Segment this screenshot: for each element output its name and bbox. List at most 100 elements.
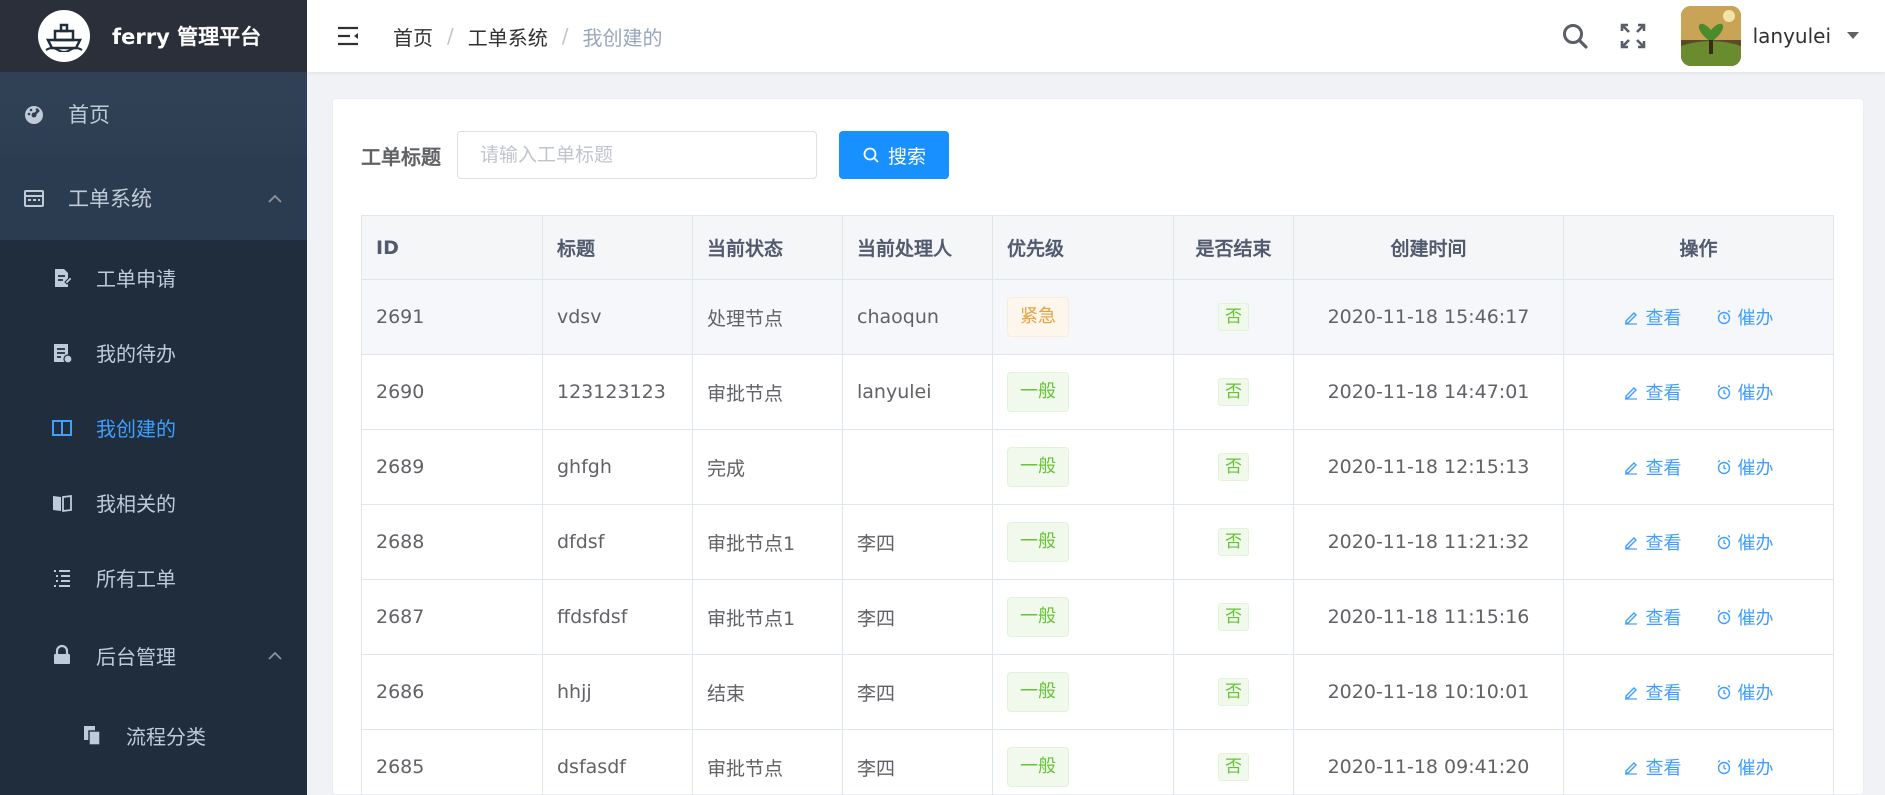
cell-actions: 查看 催办 xyxy=(1563,354,1834,430)
menu-toggle-icon[interactable] xyxy=(331,19,365,53)
main-card: 工单标题 搜索 ID 标题 当前状态 当前处理人 优先级 是否结束 创建时间 操… xyxy=(332,98,1864,795)
caret-down-icon[interactable] xyxy=(1847,28,1859,44)
breadcrumb-separator: / xyxy=(447,24,454,48)
chevron-up-icon xyxy=(267,646,307,665)
breadcrumb-current: 我创建的 xyxy=(582,25,663,50)
priority-tag: 一般 xyxy=(1007,672,1069,712)
priority-tag: 一般 xyxy=(1007,522,1069,562)
urge-label: 催办 xyxy=(1737,683,1774,704)
book-icon xyxy=(48,489,76,517)
sidebar: ferry 管理平台 首页 工单系统 工单申请 我的待办 我创建的 我相关的 所… xyxy=(0,0,307,795)
view-button[interactable]: 查看 xyxy=(1623,454,1681,480)
sidebar-item-all[interactable]: 所有工单 xyxy=(0,540,307,615)
cell-ended: 否 xyxy=(1173,354,1294,430)
table-row: 2690 123123123 审批节点 lanyulei 一般 否 2020-1… xyxy=(361,354,1834,430)
columns-icon xyxy=(48,414,76,442)
column-header-ended: 是否结束 xyxy=(1173,215,1294,280)
alarm-clock-icon xyxy=(1717,309,1730,325)
sidebar-item-apply[interactable]: 工单申请 xyxy=(0,240,307,315)
cell-created: 2020-11-18 09:41:20 xyxy=(1293,729,1564,795)
cell-status: 审批节点 xyxy=(692,729,843,795)
alarm-clock-icon xyxy=(1717,384,1730,400)
column-header-status: 当前状态 xyxy=(692,215,843,280)
cell-ended: 否 xyxy=(1173,279,1294,355)
alarm-clock-icon xyxy=(1717,759,1730,775)
urge-button[interactable]: 催办 xyxy=(1716,304,1774,330)
edit-icon xyxy=(1625,387,1638,400)
alarm-clock-icon xyxy=(1717,459,1730,475)
cell-title: dfdsf xyxy=(542,504,693,580)
cell-id: 2685 xyxy=(361,729,543,795)
cell-id: 2690 xyxy=(361,354,543,430)
view-label: 查看 xyxy=(1645,533,1682,554)
view-button[interactable]: 查看 xyxy=(1623,529,1681,555)
table-row: 2689 ghfgh 完成 一般 否 2020-11-18 12:15:13 查… xyxy=(361,429,1834,505)
search-input[interactable] xyxy=(457,131,817,179)
alarm-clock-icon xyxy=(1717,609,1730,625)
sidebar-item-admin[interactable]: 后台管理 xyxy=(0,615,307,695)
urge-button[interactable]: 催办 xyxy=(1716,529,1774,555)
sidebar-item-todo[interactable]: 我的待办 xyxy=(0,315,307,390)
lock-icon xyxy=(48,641,76,669)
column-header-id: ID xyxy=(361,215,543,280)
view-label: 查看 xyxy=(1645,308,1682,329)
cell-status: 完成 xyxy=(692,429,843,505)
cell-ended: 否 xyxy=(1173,654,1294,730)
ended-tag: 否 xyxy=(1218,453,1249,481)
cell-id: 2687 xyxy=(361,579,543,655)
priority-tag: 一般 xyxy=(1007,447,1069,487)
breadcrumb-home[interactable]: 首页 xyxy=(393,22,433,51)
cell-priority: 一般 xyxy=(992,729,1174,795)
cell-ended: 否 xyxy=(1173,729,1294,795)
sidebar-item-home[interactable]: 首页 xyxy=(0,72,307,156)
search-form: 工单标题 搜索 xyxy=(361,131,949,179)
urge-button[interactable]: 催办 xyxy=(1716,754,1774,780)
view-button[interactable]: 查看 xyxy=(1623,754,1681,780)
urge-button[interactable]: 催办 xyxy=(1716,454,1774,480)
cell-title: ffdsfdsf xyxy=(542,579,693,655)
ferry-logo-icon xyxy=(38,10,90,62)
cell-title: dsfasdf xyxy=(542,729,693,795)
app-title: ferry 管理平台 xyxy=(112,25,262,49)
sidebar-item-related[interactable]: 我相关的 xyxy=(0,465,307,540)
urge-label: 催办 xyxy=(1737,458,1774,479)
urge-button[interactable]: 催办 xyxy=(1716,604,1774,630)
urge-label: 催办 xyxy=(1737,758,1774,779)
cell-handler: 李四 xyxy=(842,579,993,655)
logo-area[interactable]: ferry 管理平台 xyxy=(0,0,307,72)
avatar[interactable] xyxy=(1680,6,1741,66)
priority-tag: 一般 xyxy=(1007,597,1069,637)
cell-id: 2689 xyxy=(361,429,543,505)
cell-created: 2020-11-18 14:47:01 xyxy=(1293,354,1564,430)
cell-priority: 一般 xyxy=(992,579,1174,655)
urge-button[interactable]: 催办 xyxy=(1716,679,1774,705)
view-button[interactable]: 查看 xyxy=(1623,304,1681,330)
sidebar-item-process-category[interactable]: 流程分类 xyxy=(0,695,307,775)
view-button[interactable]: 查看 xyxy=(1623,379,1681,405)
view-button[interactable]: 查看 xyxy=(1623,604,1681,630)
dashboard-icon xyxy=(20,100,48,128)
cell-actions: 查看 催办 xyxy=(1563,729,1834,795)
sidebar-item-created-by-me[interactable]: 我创建的 xyxy=(0,390,307,465)
urge-button[interactable]: 催办 xyxy=(1716,379,1774,405)
search-icon[interactable] xyxy=(1555,16,1595,56)
urge-label: 催办 xyxy=(1737,308,1774,329)
list-icon xyxy=(48,564,76,592)
column-header-actions: 操作 xyxy=(1563,215,1834,280)
sidebar-item-label: 流程分类 xyxy=(126,724,206,749)
breadcrumb-separator: / xyxy=(561,24,569,48)
priority-tag: 一般 xyxy=(1007,372,1069,412)
document-edit-icon xyxy=(48,264,76,292)
breadcrumb-workorder[interactable]: 工单系统 xyxy=(468,22,548,51)
sidebar-item-workorder-system[interactable]: 工单系统 xyxy=(0,156,307,240)
cell-handler: lanyulei xyxy=(842,354,993,430)
view-label: 查看 xyxy=(1645,758,1682,779)
column-header-priority: 优先级 xyxy=(992,215,1174,280)
cell-actions: 查看 催办 xyxy=(1563,279,1834,355)
username[interactable]: lanyulei xyxy=(1753,24,1831,48)
fullscreen-icon[interactable] xyxy=(1613,16,1653,56)
search-button[interactable]: 搜索 xyxy=(839,131,949,179)
cell-priority: 一般 xyxy=(992,504,1174,580)
search-label: 工单标题 xyxy=(361,144,441,169)
view-button[interactable]: 查看 xyxy=(1623,679,1681,705)
